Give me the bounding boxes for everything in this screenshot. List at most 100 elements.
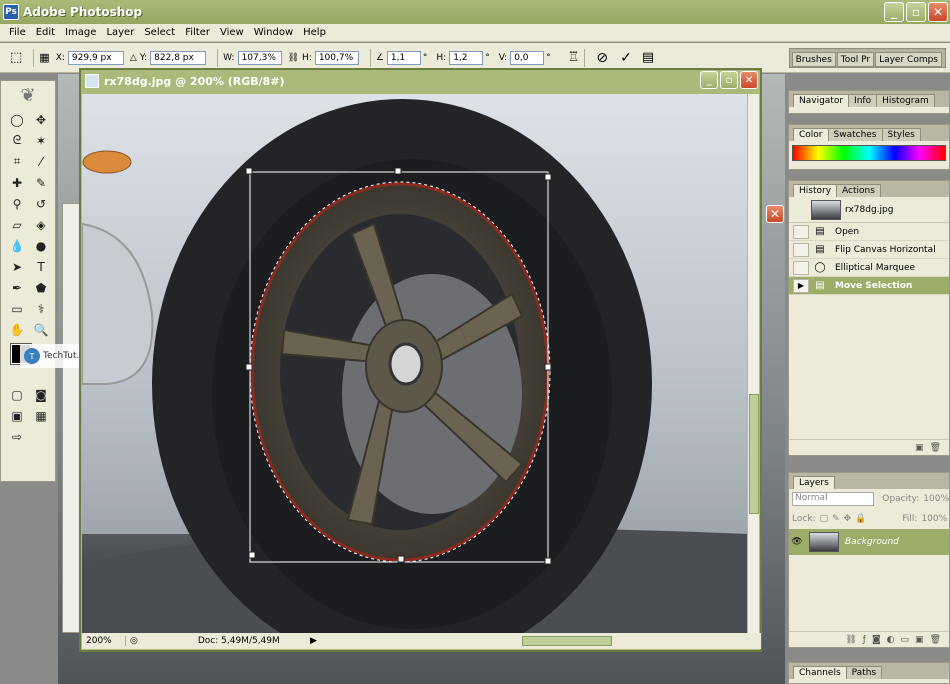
cancel-transform-icon[interactable]: ⊘ (596, 50, 608, 66)
lock-position-icon[interactable]: ✥ (844, 514, 852, 524)
new-snapshot-icon[interactable]: ▣ (915, 443, 924, 453)
menu-layer[interactable]: Layer (101, 27, 139, 38)
layer-mask-icon[interactable]: ◙ (872, 635, 881, 645)
move-tool-icon[interactable]: ✥ (29, 109, 53, 130)
x-input[interactable]: 929,9 px (67, 50, 124, 65)
lock-all-icon[interactable]: 🔒 (855, 514, 866, 524)
trash-icon[interactable]: 🗑 (930, 635, 941, 645)
crop-tool-icon[interactable]: ⌗ (5, 151, 29, 172)
eyedropper-tool-icon[interactable]: ⚕ (29, 298, 53, 319)
y-input[interactable]: 822,8 px (150, 50, 207, 65)
menu-image[interactable]: Image (60, 27, 101, 38)
tab-history[interactable]: History (793, 184, 838, 197)
lock-paint-icon[interactable]: ✎ (832, 514, 840, 524)
history-brush-source[interactable] (793, 260, 809, 275)
tab-layers[interactable]: Layers (793, 476, 835, 489)
screen-mode-icon[interactable]: ▣ (5, 405, 29, 426)
tab-navigator[interactable]: Navigator (793, 94, 850, 107)
horizontal-scroll-thumb[interactable] (522, 636, 612, 646)
tab-color[interactable]: Color (793, 128, 829, 141)
link-icon[interactable]: ⛓ (288, 53, 299, 63)
color-spectrum[interactable] (792, 145, 946, 161)
blur-tool-icon[interactable]: 💧 (5, 235, 29, 256)
angle-input[interactable]: 1,1 (386, 50, 421, 65)
menu-file[interactable]: File (4, 27, 31, 38)
close-icon[interactable]: ✕ (766, 205, 784, 223)
zoom-tool-icon[interactable]: 🔍 (29, 319, 53, 340)
dodge-tool-icon[interactable]: ● (29, 235, 53, 256)
trash-icon[interactable]: 🗑 (930, 443, 941, 453)
vskew-input[interactable]: 0,0 (510, 50, 545, 65)
background-document-window[interactable] (62, 203, 80, 633)
menu-select[interactable]: Select (139, 27, 180, 38)
magic-wand-tool-icon[interactable]: ✶ (29, 130, 53, 151)
menu-filter[interactable]: Filter (180, 27, 215, 38)
marquee-tool-icon[interactable]: ◯ (5, 109, 29, 130)
doc-close-button[interactable]: ✕ (740, 71, 758, 89)
doc-maximize-button[interactable]: ▫ (720, 71, 738, 89)
tab-swatches[interactable]: Swatches (827, 128, 883, 141)
restore-button[interactable]: ▫ (906, 2, 926, 22)
reference-point-icon[interactable]: ▦ (39, 51, 49, 64)
history-item[interactable]: ▤ Open (789, 223, 949, 241)
feather-icon[interactable]: ❦ (1, 81, 55, 109)
status-arrow-icon[interactable]: ▶ (310, 636, 317, 646)
tab-brushes[interactable]: Brushes (791, 52, 836, 67)
shape-tool-icon[interactable]: ⬟ (29, 277, 53, 298)
tab-layer-comps[interactable]: Layer Comps (875, 52, 942, 67)
history-item-selected[interactable]: ▶ ▤ Move Selection (789, 277, 949, 295)
history-brush-source[interactable] (793, 242, 809, 257)
new-group-icon[interactable]: ▭ (901, 635, 910, 645)
full-screen-icon[interactable]: ▦ (29, 405, 53, 426)
commit-transform-icon[interactable]: ✓ (620, 50, 632, 66)
status-menu-icon[interactable]: ◎ (130, 636, 138, 646)
visibility-eye-icon[interactable]: 👁 (789, 537, 805, 547)
tab-channels[interactable]: Channels (793, 666, 847, 679)
doc-minimize-button[interactable]: _ (700, 71, 718, 89)
minimize-button[interactable]: _ (884, 2, 904, 22)
history-item[interactable]: ▤ Flip Canvas Horizontal (789, 241, 949, 259)
document-title-bar[interactable]: rx78dg.jpg @ 200% (RGB/8#) _ ▫ ✕ (81, 70, 760, 92)
slice-tool-icon[interactable]: ⁄ (29, 151, 53, 172)
tab-styles[interactable]: Styles (881, 128, 921, 141)
tab-tool-presets[interactable]: Tool Pr (836, 52, 875, 67)
lasso-tool-icon[interactable]: ᘓ (5, 130, 29, 151)
hskew-input[interactable]: 1,2 (449, 50, 484, 65)
new-layer-icon[interactable]: ▣ (915, 635, 924, 645)
brush-tool-icon[interactable]: ✎ (29, 172, 53, 193)
image-canvas[interactable] (82, 94, 748, 634)
zoom-level[interactable]: 200% (82, 636, 126, 646)
link-layers-icon[interactable]: ⛓ (845, 635, 856, 645)
history-snapshot[interactable]: rx78dg.jpg (789, 197, 949, 223)
tab-paths[interactable]: Paths (845, 666, 883, 679)
transform-tool-icon[interactable]: ⬚ (10, 50, 22, 65)
quick-mask-icon[interactable]: ◙ (29, 384, 53, 405)
opacity-input[interactable]: 100% (923, 494, 949, 504)
warp-icon[interactable]: ♖ (568, 50, 580, 65)
notes-tool-icon[interactable]: ▭ (5, 298, 29, 319)
menu-edit[interactable]: Edit (31, 27, 60, 38)
lock-transparency-icon[interactable]: ▢ (820, 514, 829, 524)
paint-bucket-icon[interactable]: ◈ (29, 214, 53, 235)
menu-view[interactable]: View (215, 27, 249, 38)
adjustment-layer-icon[interactable]: ◐ (887, 635, 895, 645)
fill-input[interactable]: 100% (921, 514, 947, 524)
history-brush-source[interactable]: ▶ (793, 278, 809, 293)
height-input[interactable]: 100,7% (314, 50, 359, 65)
type-tool-icon[interactable]: T (29, 256, 53, 277)
tab-info[interactable]: Info (848, 94, 878, 107)
layer-style-icon[interactable]: ƒ (863, 635, 866, 645)
vertical-scroll-thumb[interactable] (749, 394, 759, 514)
pen-tool-icon[interactable]: ✒ (5, 277, 29, 298)
history-brush-source[interactable] (793, 224, 809, 239)
clone-stamp-icon[interactable]: ⚲ (5, 193, 29, 214)
hand-tool-icon[interactable]: ✋ (5, 319, 29, 340)
menu-help[interactable]: Help (298, 27, 331, 38)
blend-mode-select[interactable]: Normal (792, 492, 875, 506)
history-item[interactable]: ◯ Elliptical Marquee (789, 259, 949, 277)
tab-actions[interactable]: Actions (836, 184, 881, 197)
healing-brush-icon[interactable]: ✚ (5, 172, 29, 193)
eraser-tool-icon[interactable]: ▱ (5, 214, 29, 235)
tab-histogram[interactable]: Histogram (876, 94, 935, 107)
palette-well-icon[interactable]: ▤ (642, 50, 654, 65)
